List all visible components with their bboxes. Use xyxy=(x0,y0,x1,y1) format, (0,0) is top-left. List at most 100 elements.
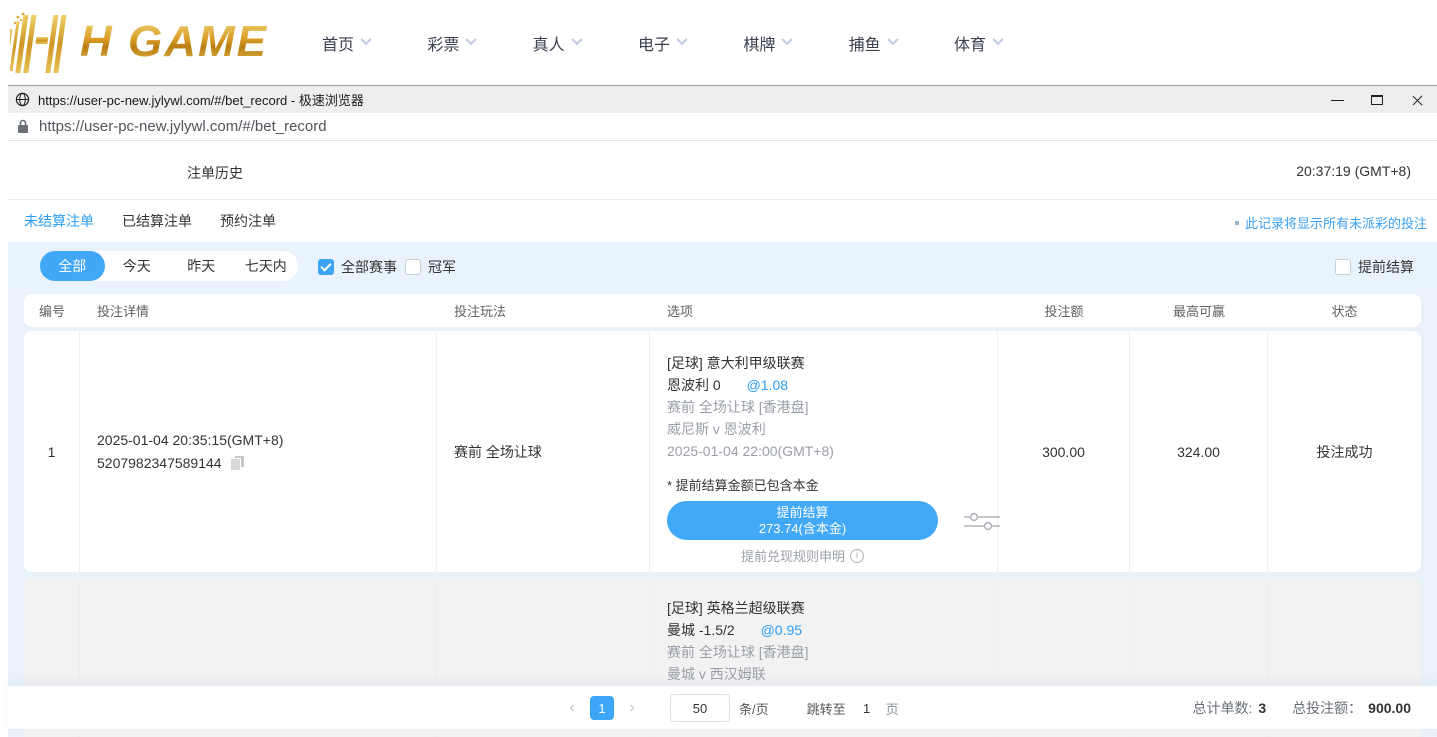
nav-label: 首页 xyxy=(322,31,354,55)
chevron-down-icon xyxy=(992,33,1003,44)
tab-settled[interactable]: 已结算注单 xyxy=(122,211,192,231)
nav-item-slots[interactable]: 电子 xyxy=(638,31,686,55)
bet-id: 5207982347589144 xyxy=(97,452,222,475)
cell-detail: 2025-01-04 20:35:15(GMT+8) 5207982347589… xyxy=(80,331,437,572)
current-page-button[interactable]: 1 xyxy=(590,696,614,720)
per-page-label: 条/页 xyxy=(739,699,769,718)
checkbox-label: 全部赛事 xyxy=(341,257,397,277)
bet-table: 编号 投注详情 投注玩法 选项 投注额 最高可赢 状态 1 2025-01-04… xyxy=(8,290,1437,737)
league-name: [足球] 意大利甲级联赛 xyxy=(667,352,805,374)
date-range-group: 全部 今天 昨天 七天内 xyxy=(40,251,298,281)
checkbox-unchecked-icon xyxy=(1335,259,1351,275)
champion-checkbox[interactable]: 冠军 xyxy=(405,257,456,277)
bet-amount: 300.00 xyxy=(1042,444,1085,460)
unsettled-note: 此记录将显示所有未派彩的投注 xyxy=(1235,213,1427,232)
prev-page-button[interactable]: ‹ xyxy=(560,699,584,717)
logo-text: H GAME xyxy=(80,17,268,67)
chevron-down-icon xyxy=(571,33,582,44)
nav-item-sports[interactable]: 体育 xyxy=(954,31,1002,55)
totals: 总计单数: 3 总投注额： 900.00 xyxy=(1192,686,1411,730)
range-all-button[interactable]: 全部 xyxy=(40,251,105,281)
filter-bar: 全部 今天 昨天 七天内 全部赛事 冠军 提前结算 xyxy=(8,242,1437,290)
browser-urlbar[interactable]: https://user-pc-new.jylywl.com/#/bet_rec… xyxy=(8,113,1437,141)
chevron-down-icon xyxy=(887,33,898,44)
nav-item-fishing[interactable]: 捕鱼 xyxy=(849,31,897,55)
all-events-checkbox[interactable]: 全部赛事 xyxy=(318,257,397,277)
total-amount-value: 900.00 xyxy=(1368,700,1411,716)
copy-icon[interactable] xyxy=(230,456,244,471)
cell-no: 1 xyxy=(24,331,80,572)
cashout-rules-link[interactable]: 提前兑现规则申明 i xyxy=(667,546,938,565)
match-teams: 威尼斯 v 恩波利 xyxy=(667,418,766,440)
logo-mark-icon xyxy=(10,11,76,73)
checkbox-label: 提前结算 xyxy=(1358,257,1414,277)
row-number: 1 xyxy=(48,444,56,460)
range-7days-button[interactable]: 七天内 xyxy=(234,251,299,281)
selection: 恩波利 0 xyxy=(667,377,721,393)
col-header-maxwin: 最高可赢 xyxy=(1130,301,1268,320)
page-size-input[interactable] xyxy=(670,694,730,722)
total-count-value: 3 xyxy=(1258,700,1266,716)
logo[interactable]: H GAME xyxy=(10,8,268,76)
rules-label: 提前兑现规则申明 xyxy=(741,546,845,565)
chevron-down-icon xyxy=(676,33,687,44)
browser-titlebar[interactable]: https://user-pc-new.jylywl.com/#/bet_rec… xyxy=(8,85,1437,113)
nav-label: 真人 xyxy=(533,31,565,55)
nav-item-lottery[interactable]: 彩票 xyxy=(427,31,475,55)
cashout-button[interactable]: 提前结算 273.74(含本金) xyxy=(667,501,938,540)
bet-record-page: 注单历史 20:37:19 (GMT+8) 未结算注单 已结算注单 预约注单 此… xyxy=(8,141,1437,737)
tabs-row: 未结算注单 已结算注单 预约注单 此记录将显示所有未派彩的投注 xyxy=(8,200,1437,242)
early-settle-checkbox[interactable]: 提前结算 xyxy=(1335,257,1414,277)
maximize-button[interactable] xyxy=(1357,86,1397,114)
info-icon[interactable]: i xyxy=(850,549,864,563)
league-name: [足球] 英格兰超级联赛 xyxy=(667,597,805,619)
cashout-button-amount: 273.74(含本金) xyxy=(759,521,846,537)
checkbox-checked-icon xyxy=(318,259,334,275)
nav-item-live[interactable]: 真人 xyxy=(533,31,581,55)
close-button[interactable] xyxy=(1397,86,1437,114)
play-type: 赛前 全场让球 xyxy=(454,442,542,462)
chevron-down-icon xyxy=(782,33,793,44)
odds-value: @1.08 xyxy=(747,377,788,393)
nav-label: 棋牌 xyxy=(743,31,775,55)
match-time: 2025-01-04 22:00(GMT+8) xyxy=(667,440,834,462)
max-win: 324.00 xyxy=(1177,444,1220,460)
jump-page-input[interactable] xyxy=(852,695,882,721)
site-header: H GAME 首页 彩票 真人 电子 棋牌 捕鱼 体育 xyxy=(0,0,1437,85)
total-amount-label: 总投注额： xyxy=(1292,698,1362,718)
cell-maxwin: 324.00 xyxy=(1130,331,1268,572)
pagination-bar: ‹ 1 › 条/页 跳转至 页 总计单数: 3 总投注额： 900.00 xyxy=(8,685,1437,729)
window-title: https://user-pc-new.jylywl.com/#/bet_rec… xyxy=(38,90,364,109)
cashout-note: * 提前结算金额已包含本金 xyxy=(667,475,819,497)
nav-label: 捕鱼 xyxy=(849,31,881,55)
cell-play: 赛前 全场让球 xyxy=(437,331,650,572)
minimize-button[interactable] xyxy=(1317,86,1357,114)
col-header-detail: 投注详情 xyxy=(80,301,437,320)
nav-label: 彩票 xyxy=(427,31,459,55)
nav-item-home[interactable]: 首页 xyxy=(322,31,370,55)
match-teams: 曼城 v 西汉姆联 xyxy=(667,663,766,685)
cell-status: 投注成功 xyxy=(1268,331,1421,572)
maximize-icon xyxy=(1371,95,1383,105)
range-today-button[interactable]: 今天 xyxy=(105,251,170,281)
tab-unsettled[interactable]: 未结算注单 xyxy=(24,211,94,231)
tab-reserved[interactable]: 预约注单 xyxy=(220,211,276,231)
page-title: 注单历史 xyxy=(187,163,243,183)
window-controls xyxy=(1317,86,1437,114)
total-amount-group: 总投注额： 900.00 xyxy=(1292,698,1411,718)
note-text: 此记录将显示所有未派彩的投注 xyxy=(1245,213,1427,232)
checkbox-label: 冠军 xyxy=(428,257,456,277)
cell-option: [足球] 意大利甲级联赛 恩波利 0 @1.08 赛前 全场让球 [香港盘] 威… xyxy=(650,331,998,572)
table-row: 1 2025-01-04 20:35:15(GMT+8) 52079823475… xyxy=(24,331,1421,572)
minimize-icon xyxy=(1331,100,1344,101)
col-header-amount: 投注额 xyxy=(998,301,1130,320)
range-yesterday-button[interactable]: 昨天 xyxy=(169,251,234,281)
sliders-icon[interactable] xyxy=(962,509,1002,533)
nav-item-cards[interactable]: 棋牌 xyxy=(743,31,791,55)
selection: 曼城 -1.5/2 xyxy=(667,622,735,638)
cashout-button-title: 提前结算 xyxy=(776,505,828,521)
next-page-button[interactable]: › xyxy=(620,699,644,717)
main-nav: 首页 彩票 真人 电子 棋牌 捕鱼 体育 xyxy=(322,0,1002,85)
chevron-down-icon xyxy=(466,33,477,44)
total-count-label: 总计单数: xyxy=(1192,698,1252,718)
